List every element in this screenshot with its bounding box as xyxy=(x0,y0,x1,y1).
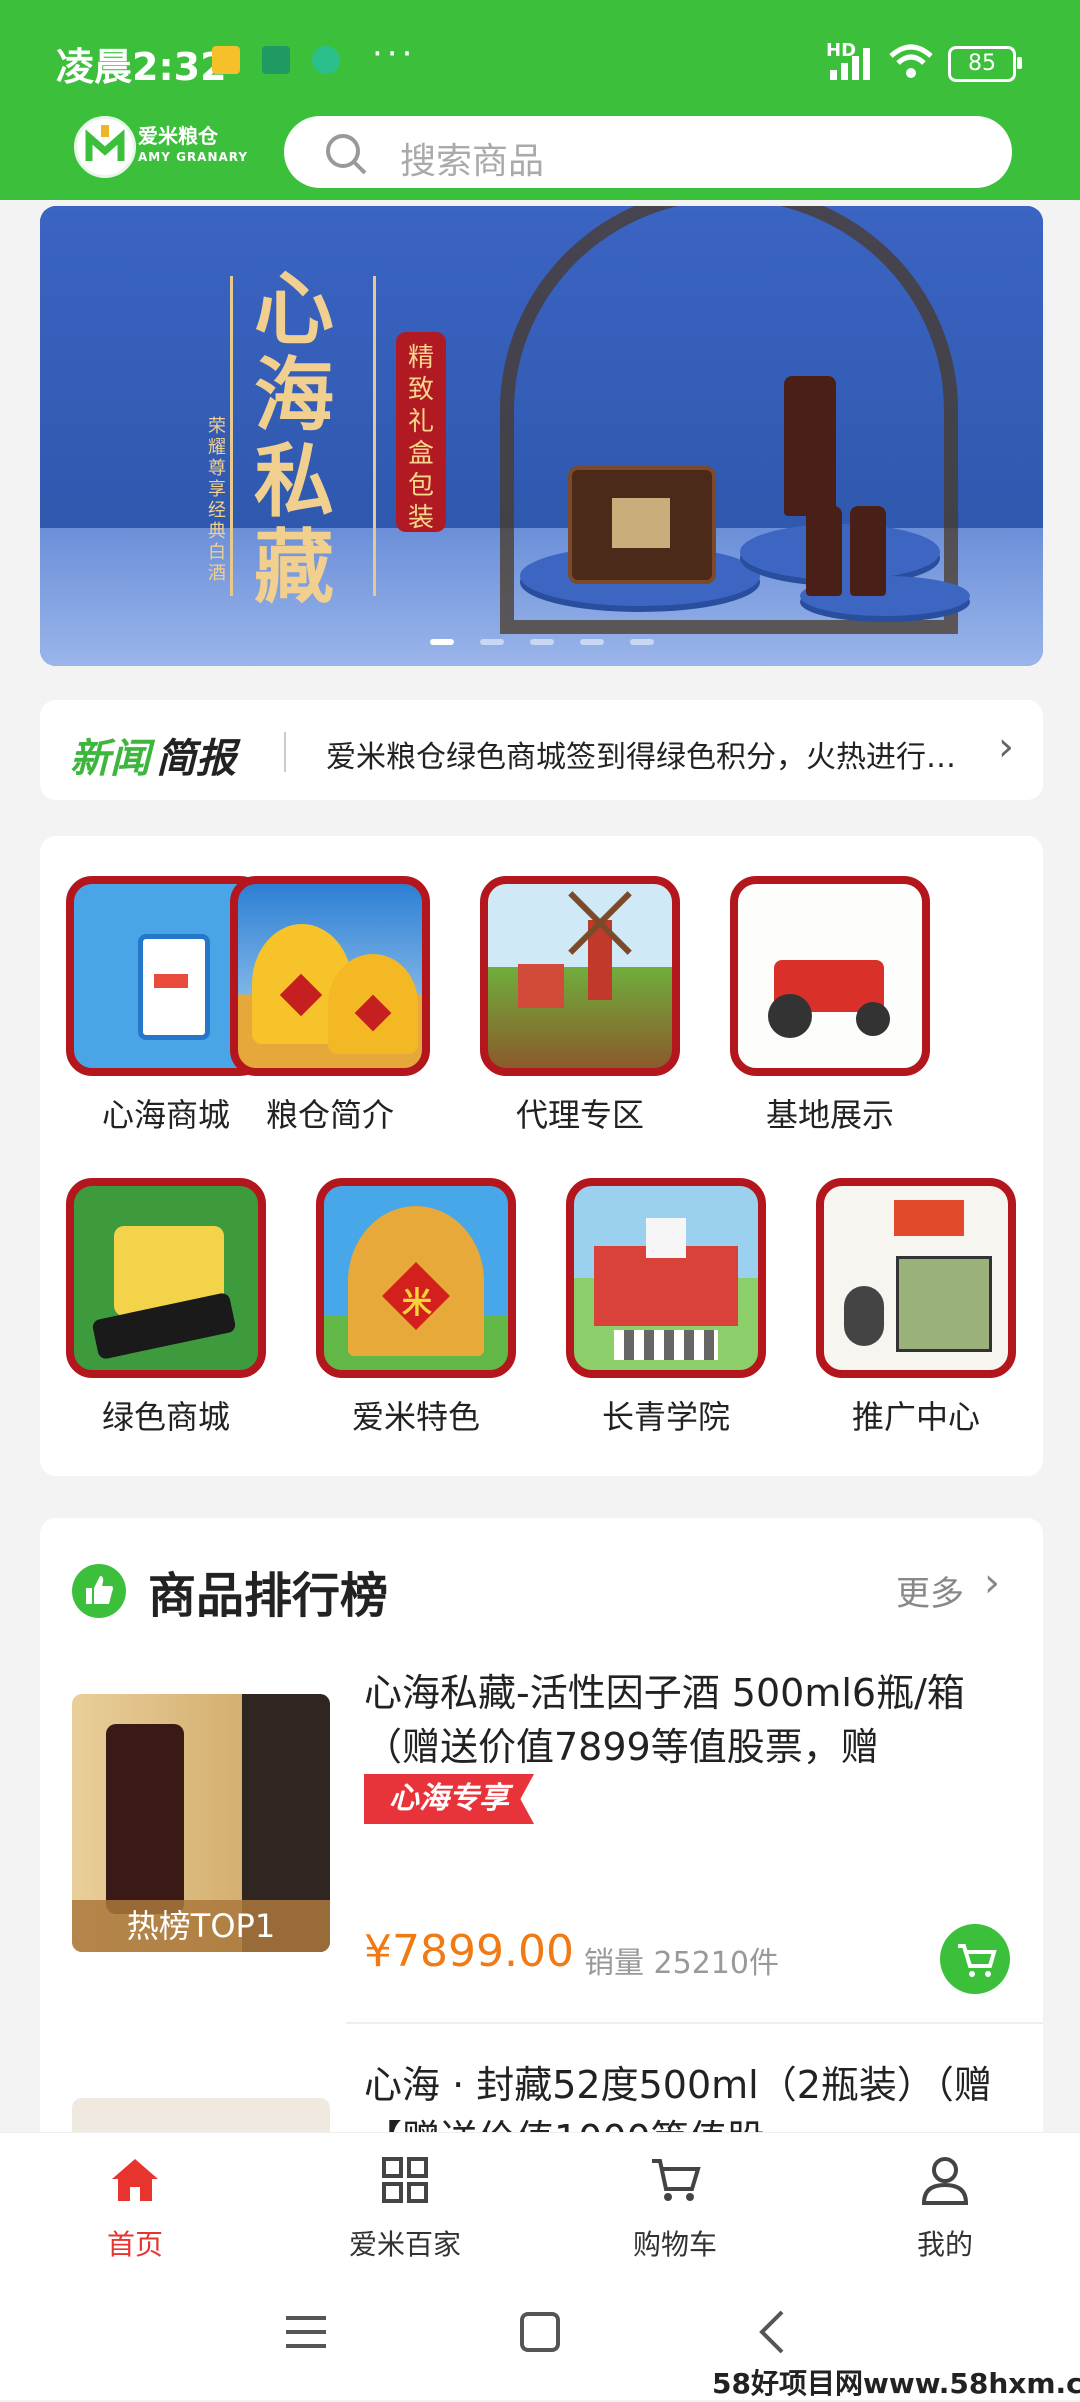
banner-tag: 精致礼盒包装 xyxy=(396,332,446,533)
category-label: 基地展示 xyxy=(765,1096,894,1134)
shield-icon xyxy=(312,46,340,74)
tab-cart[interactable]: 购物车 xyxy=(540,2133,810,2279)
tab-home[interactable]: 首页 xyxy=(0,2133,270,2279)
banner-side-text: 荣耀尊享 经典白酒 xyxy=(208,416,226,584)
ranking-more-link[interactable]: 更多 xyxy=(896,1566,964,1615)
tractor-icon xyxy=(730,876,930,1076)
product-price: ¥7899.00 xyxy=(364,1926,574,1977)
product-bottle-icon xyxy=(106,1724,184,1914)
status-bar: 凌晨2:32 ··· HD 85 xyxy=(0,0,1080,120)
user-icon xyxy=(921,2157,969,2205)
wifi-icon xyxy=(889,44,933,78)
category-amy-feature[interactable]: 米 爱米特色 xyxy=(316,1138,516,1436)
category-label: 爱米特色 xyxy=(351,1398,480,1436)
rice-granary-icon: 米 xyxy=(316,1178,516,1378)
grid-icon xyxy=(382,2157,428,2203)
news-label-1: 新闻 xyxy=(70,736,150,782)
category-green-mall[interactable]: 绿色商城 xyxy=(66,1138,266,1436)
tab-mine[interactable]: 我的 xyxy=(810,2133,1080,2279)
tab-label: 我的 xyxy=(916,2228,973,2261)
message-icon xyxy=(212,46,240,74)
search-icon xyxy=(326,134,367,175)
thumbs-up-icon xyxy=(72,1564,126,1618)
search-input[interactable]: 搜索商品 xyxy=(284,116,1012,188)
logo-mark-icon xyxy=(74,116,136,178)
category-label: 长青学院 xyxy=(601,1398,730,1436)
school-building-icon xyxy=(566,1178,766,1378)
chevron-right-icon[interactable]: › xyxy=(984,1560,1000,1606)
promotion-push-icon xyxy=(816,1178,1016,1378)
app-logo[interactable]: 爱米粮仓 AMY GRANARY xyxy=(74,112,247,184)
tab-label: 购物车 xyxy=(632,2228,717,2261)
logo-name-cn: 爱米粮仓 xyxy=(138,124,218,148)
status-time: 凌晨2:32 xyxy=(56,45,227,89)
windmill-farm-icon xyxy=(480,876,680,1076)
cart-icon xyxy=(958,1944,997,1977)
category-promotion-center[interactable]: 推广中心 xyxy=(816,1138,1016,1436)
banner-indicator xyxy=(430,630,680,649)
rice-pile-icon xyxy=(230,876,430,1076)
category-base-display[interactable]: 基地展示 xyxy=(730,836,930,1134)
banner-bottle-small-1 xyxy=(806,506,842,596)
news-ticker[interactable]: 新闻 简报 爱米粮仓绿色商城签到得绿色积分，火热进行中！ › xyxy=(40,700,1043,800)
signal-icon xyxy=(830,48,870,80)
category-label: 绿色商城 xyxy=(101,1398,230,1436)
banner-dot[interactable] xyxy=(630,639,654,645)
home-icon xyxy=(112,2159,158,2201)
category-label: 代理专区 xyxy=(515,1096,644,1134)
category-label: 推广中心 xyxy=(851,1398,980,1436)
banner-dot[interactable] xyxy=(530,639,554,645)
category-label: 粮仓简介 xyxy=(265,1096,394,1134)
promo-banner[interactable]: 心海私藏 荣耀尊享 经典白酒 精致礼盒包装 xyxy=(40,206,1043,666)
banner-title: 心海私藏 xyxy=(254,262,334,614)
add-to-cart-button[interactable] xyxy=(940,1924,1010,1994)
product-tag: 心海专享 xyxy=(364,1774,534,1824)
tab-amy-baijia[interactable]: 爱米百家 xyxy=(270,2133,540,2279)
top-header: 凌晨2:32 ··· HD 85 爱米粮仓 AMY GRANARY 搜索商品 xyxy=(0,0,1080,200)
category-grid: 心海商城 粮仓简介 代理专区 基地展示 绿色商城 米 爱米特色 长青学院 推广中… xyxy=(40,836,1043,1476)
news-divider xyxy=(284,732,286,772)
banner-dot[interactable] xyxy=(430,639,454,645)
menu-icon[interactable] xyxy=(284,2312,328,2352)
banner-dot[interactable] xyxy=(480,639,504,645)
product-sales: 销量 25210件 xyxy=(584,1946,779,1981)
mobile-shopping-icon xyxy=(66,1178,266,1378)
news-label-2: 简报 xyxy=(156,736,236,782)
cart-icon xyxy=(652,2159,701,2201)
tab-label: 爱米百家 xyxy=(348,2228,461,2261)
banner-gift-box xyxy=(568,466,716,584)
logo-name-en: AMY GRANARY xyxy=(138,150,249,164)
home-square-icon[interactable] xyxy=(518,2310,562,2354)
back-icon[interactable] xyxy=(756,2308,788,2356)
news-headline[interactable]: 爱米粮仓绿色商城签到得绿色积分，火热进行中！ xyxy=(326,732,976,776)
bottom-tab-bar: 首页 爱米百家 购物车 我的 xyxy=(0,2132,1080,2279)
banner-bottle-large xyxy=(784,376,836,516)
download-icon xyxy=(262,46,290,74)
category-granary-intro[interactable]: 粮仓简介 xyxy=(230,836,430,1134)
category-agent-zone[interactable]: 代理专区 xyxy=(480,836,680,1134)
system-nav-bar: 58好项目网www.58hxm.com xyxy=(0,2278,1080,2400)
list-divider xyxy=(346,2022,1043,2024)
banner-dot[interactable] xyxy=(580,639,604,645)
status-more-icon: ··· xyxy=(372,34,417,74)
ranking-title: 商品排行榜 xyxy=(148,1568,389,1624)
chevron-right-icon[interactable]: › xyxy=(998,724,1014,770)
tab-label: 首页 xyxy=(106,2228,163,2261)
product-badge: 热榜TOP1 xyxy=(72,1900,330,1952)
watermark: 58好项目网www.58hxm.com xyxy=(712,2367,1080,2400)
product-image[interactable]: 热榜TOP1 xyxy=(72,1694,330,1952)
product-name[interactable]: 心海私藏-活性因子酒 500ml6瓶/箱 （赠送价值7899等值股票，赠 xyxy=(364,1666,1004,1774)
category-evergreen-college[interactable]: 长青学院 xyxy=(566,1138,766,1436)
battery-icon: 85 xyxy=(948,46,1022,82)
search-placeholder: 搜索商品 xyxy=(400,141,545,182)
banner-bottle-small-2 xyxy=(850,506,886,596)
